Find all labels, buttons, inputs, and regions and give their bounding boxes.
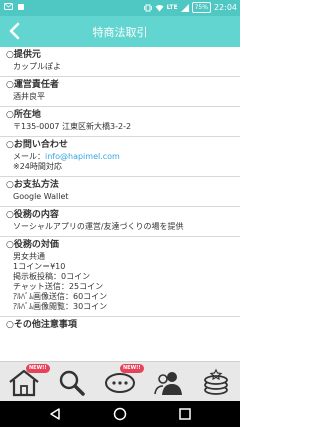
pricing-line: 1コイン＝¥10 xyxy=(13,262,66,271)
vibrate-icon xyxy=(143,4,152,11)
section-manager: ○運営責任者 酒井良平 xyxy=(0,77,240,107)
tab-chat[interactable]: NEW!! xyxy=(96,362,144,402)
clock: 22:04 xyxy=(213,3,237,12)
payment-method: Google Wallet xyxy=(13,192,69,201)
address: 〒135-0007 江東区新大橋3-2-2 xyxy=(13,122,132,131)
nav-recents-icon[interactable] xyxy=(178,407,192,421)
provider-name: カップルぽよ xyxy=(13,62,61,71)
users-icon xyxy=(154,372,182,395)
tab-search[interactable] xyxy=(48,362,96,402)
pricing-line: 掲示板投稿：0コイン xyxy=(13,272,91,281)
section-heading: ○その他注意事項 xyxy=(6,320,77,330)
section-pricing: ○役務の対価 男女共通 1コイン＝¥10 掲示板投稿：0コイン チャット送信：2… xyxy=(0,237,240,317)
section-notes: ○その他注意事項 xyxy=(0,317,240,336)
section-service: ○役務の内容 ソーシャルアプリの運営/友達づくりの場を提供 xyxy=(0,207,240,237)
app-header: 特商法取引 xyxy=(0,16,240,47)
legal-info-content[interactable]: ○提供元 カップルぽよ ○運営責任者 酒井良平 ○所在地 〒135-0007 江… xyxy=(0,47,240,361)
section-heading: ○役務の内容 xyxy=(6,210,59,220)
message-icon xyxy=(4,3,13,10)
notification-icons xyxy=(4,3,25,11)
wifi-icon xyxy=(155,4,164,11)
section-heading: ○提供元 xyxy=(6,50,41,60)
coins-icon xyxy=(204,368,228,395)
section-heading: ○役務の対価 xyxy=(6,240,59,250)
status-right: LTE 75% 22:04 xyxy=(143,2,237,13)
manager-name: 酒井良平 xyxy=(13,92,45,101)
service-description: ソーシャルアプリの運営/友達づくりの場を提供 xyxy=(13,222,184,231)
signal-icon xyxy=(180,3,189,12)
new-badge: NEW!! xyxy=(120,364,144,373)
network-type: LTE xyxy=(166,4,178,11)
section-provider: ○提供元 カップルぽよ xyxy=(0,47,240,77)
section-heading: ○お支払方法 xyxy=(6,180,59,190)
search-icon xyxy=(59,370,85,396)
section-address: ○所在地 〒135-0007 江東区新大橋3-2-2 xyxy=(0,107,240,137)
battery-level: 75% xyxy=(191,2,211,13)
new-badge: NEW!! xyxy=(26,364,50,373)
bottom-tab-bar: NEW!! NEW!! xyxy=(0,361,240,401)
nav-back-icon[interactable] xyxy=(48,407,62,421)
app-icon xyxy=(18,4,24,10)
tab-home[interactable]: NEW!! xyxy=(0,362,50,402)
section-heading: ○お問い合わせ xyxy=(6,140,68,150)
page-title: 特商法取引 xyxy=(92,26,148,39)
section-contact: ○お問い合わせ メール：info@hapimel.com ※24時間対応 xyxy=(0,137,240,177)
support-hours: ※24時間対応 xyxy=(13,162,62,171)
tab-coins[interactable] xyxy=(192,362,240,402)
pricing-line: ｱﾙﾊﾞﾑ画像閲覧：30コイン xyxy=(13,302,108,311)
pricing-line: ｱﾙﾊﾞﾑ画像送信：60コイン xyxy=(13,292,108,301)
email-label: メール： xyxy=(13,152,45,161)
pricing-line: 男女共通 xyxy=(13,252,45,261)
pricing-line: チャット送信：25コイン xyxy=(13,282,104,291)
section-payment: ○お支払方法 Google Wallet xyxy=(0,177,240,207)
tab-users[interactable] xyxy=(144,362,192,402)
status-bar: LTE 75% 22:04 xyxy=(0,0,240,16)
section-heading: ○所在地 xyxy=(6,110,41,120)
section-heading: ○運営責任者 xyxy=(6,80,59,90)
system-nav-bar xyxy=(0,401,240,427)
email-link[interactable]: info@hapimel.com xyxy=(45,152,120,161)
nav-home-icon[interactable] xyxy=(113,407,127,421)
